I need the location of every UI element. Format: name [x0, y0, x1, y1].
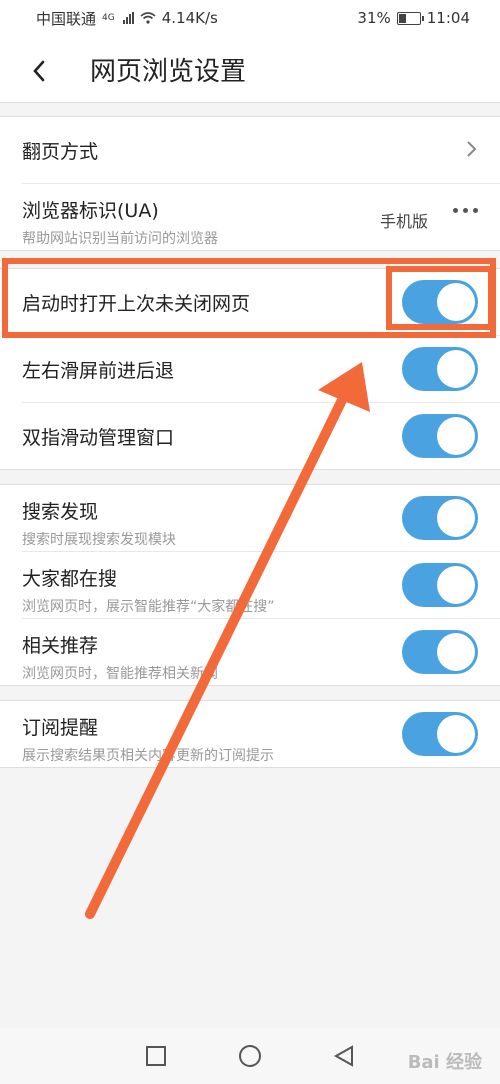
- triangle-back-icon[interactable]: [332, 1044, 356, 1068]
- toggle-switch[interactable]: [402, 630, 478, 674]
- setting-label: 双指滑动管理窗口: [22, 427, 175, 449]
- toggle-knob: [437, 715, 475, 753]
- toggle-knob: [437, 633, 475, 671]
- setting-subtitle: 浏览网页时，智能推荐相关新闻: [22, 666, 218, 682]
- square-icon[interactable]: [144, 1044, 168, 1068]
- setting-label: 大家都在搜: [22, 568, 118, 590]
- toggle-knob: [437, 350, 475, 388]
- page-title: 网页浏览设置: [90, 56, 247, 87]
- setting-row-pinch-windows[interactable]: 双指滑动管理窗口: [22, 403, 500, 469]
- setting-label: 相关推荐: [22, 635, 99, 657]
- more-icon[interactable]: [453, 208, 478, 213]
- setting-row-page-turn[interactable]: 翻页方式: [22, 117, 500, 184]
- status-bar: 中国联通 4G 4.14K/s 31% 11:04: [0, 0, 500, 36]
- setting-subtitle: 帮助网站识别当前访问的浏览器: [22, 231, 218, 247]
- setting-row-search-discovery[interactable]: 搜索发现 搜索时展现搜索发现模块: [22, 485, 500, 552]
- toggle-switch[interactable]: [402, 347, 478, 391]
- toggle-switch[interactable]: [402, 280, 478, 324]
- watermark: Bai 经验: [407, 1052, 482, 1073]
- setting-row-subscription-reminder[interactable]: 订阅提醒 展示搜索结果页相关内容更新的订阅提示: [22, 701, 500, 767]
- settings-group-subscription: 订阅提醒 展示搜索结果页相关内容更新的订阅提示: [0, 700, 500, 768]
- wifi-icon: [140, 12, 156, 24]
- ua-value: 手机版: [379, 212, 428, 231]
- toggle-knob: [437, 417, 475, 455]
- battery-icon: [396, 11, 424, 25]
- toggle-switch[interactable]: [402, 712, 478, 756]
- setting-label: 翻页方式: [22, 141, 99, 163]
- toggle-switch[interactable]: [402, 563, 478, 607]
- network-label: 4G: [102, 13, 115, 23]
- clock: 11:04: [426, 9, 470, 27]
- carrier-label: 中国联通: [36, 9, 97, 28]
- system-nav-bar: Bai 经验: [0, 1028, 500, 1084]
- chevron-right-icon: [467, 141, 477, 157]
- toggle-knob: [437, 283, 475, 321]
- circle-icon[interactable]: [238, 1044, 262, 1068]
- setting-label: 启动时打开上次未关闭网页: [22, 293, 251, 315]
- toggle-switch[interactable]: [402, 414, 478, 458]
- toggle-knob: [437, 499, 475, 537]
- toggle-knob: [437, 566, 475, 604]
- settings-group-search: 搜索发现 搜索时展现搜索发现模块 大家都在搜 浏览网页时，展示智能推荐“大家都在…: [0, 484, 500, 686]
- setting-label: 左右滑屏前进后退: [22, 360, 175, 382]
- setting-row-restore-tabs[interactable]: 启动时打开上次未关闭网页: [22, 269, 500, 336]
- app-bar: 网页浏览设置: [0, 36, 500, 103]
- setting-subtitle: 展示搜索结果页相关内容更新的订阅提示: [22, 748, 274, 764]
- chevron-left-icon[interactable]: [30, 59, 50, 82]
- setting-subtitle: 浏览网页时，展示智能推荐“大家都在搜”: [22, 599, 275, 615]
- setting-subtitle: 搜索时展现搜索发现模块: [22, 532, 176, 548]
- setting-label: 订阅提醒: [22, 717, 99, 739]
- setting-row-swipe-navigation[interactable]: 左右滑屏前进后退: [22, 336, 500, 403]
- setting-label: 浏览器标识(UA): [22, 200, 159, 222]
- battery-percent: 31%: [357, 9, 391, 27]
- settings-group-basic: 翻页方式 浏览器标识(UA) 帮助网站识别当前访问的浏览器 手机版: [0, 116, 500, 251]
- signal-icon: [122, 12, 134, 24]
- settings-group-browsing: 启动时打开上次未关闭网页 左右滑屏前进后退 双指滑动管理窗口: [0, 268, 500, 470]
- setting-row-related-recommendations[interactable]: 相关推荐 浏览网页时，智能推荐相关新闻: [22, 619, 500, 685]
- network-speed: 4.14K/s: [161, 9, 218, 27]
- toggle-switch[interactable]: [402, 496, 478, 540]
- setting-row-trending-search[interactable]: 大家都在搜 浏览网页时，展示智能推荐“大家都在搜”: [22, 552, 500, 619]
- setting-label: 搜索发现: [22, 501, 99, 523]
- setting-row-user-agent[interactable]: 浏览器标识(UA) 帮助网站识别当前访问的浏览器 手机版: [22, 184, 500, 250]
